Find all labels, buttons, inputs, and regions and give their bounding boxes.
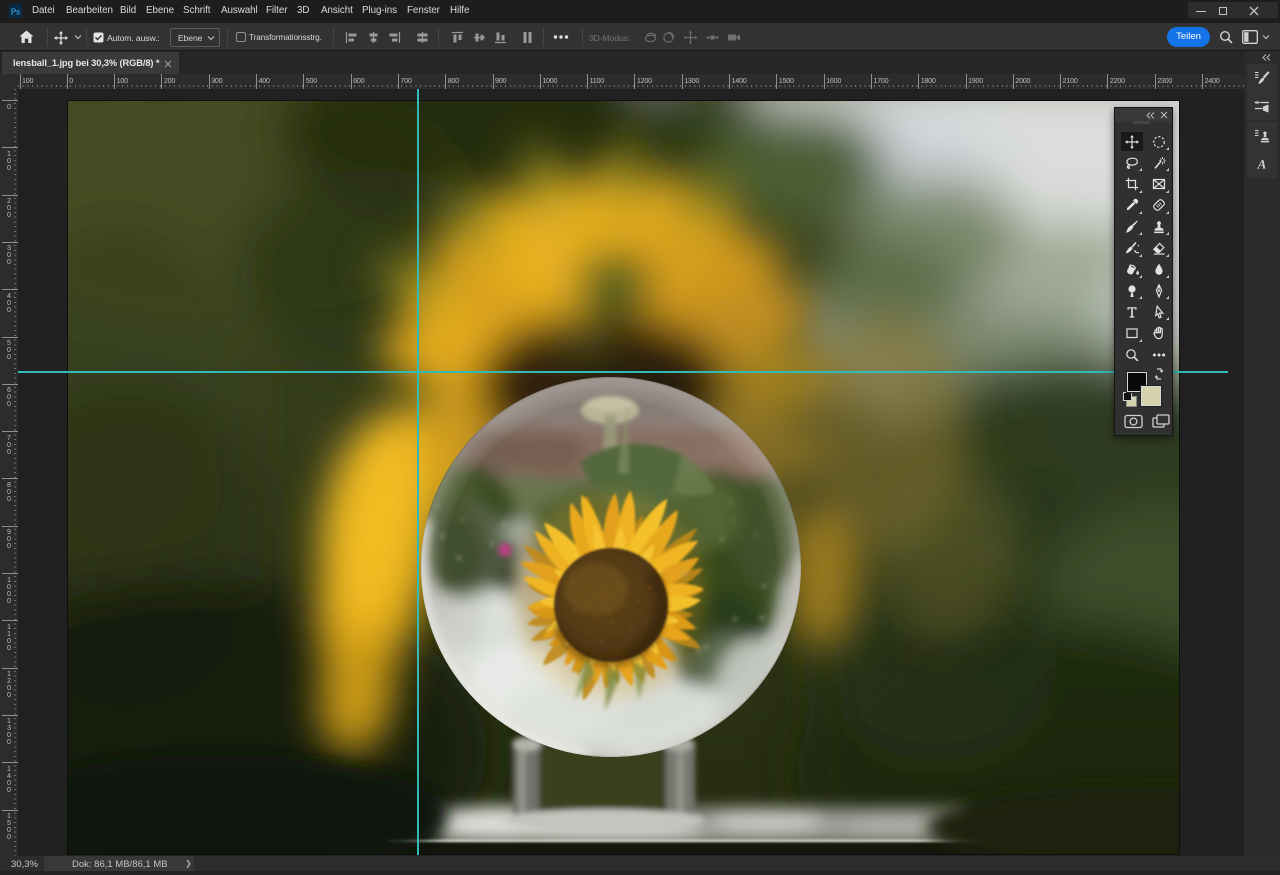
svg-text:Ps: Ps xyxy=(11,8,20,17)
svg-text:A: A xyxy=(1257,157,1267,172)
